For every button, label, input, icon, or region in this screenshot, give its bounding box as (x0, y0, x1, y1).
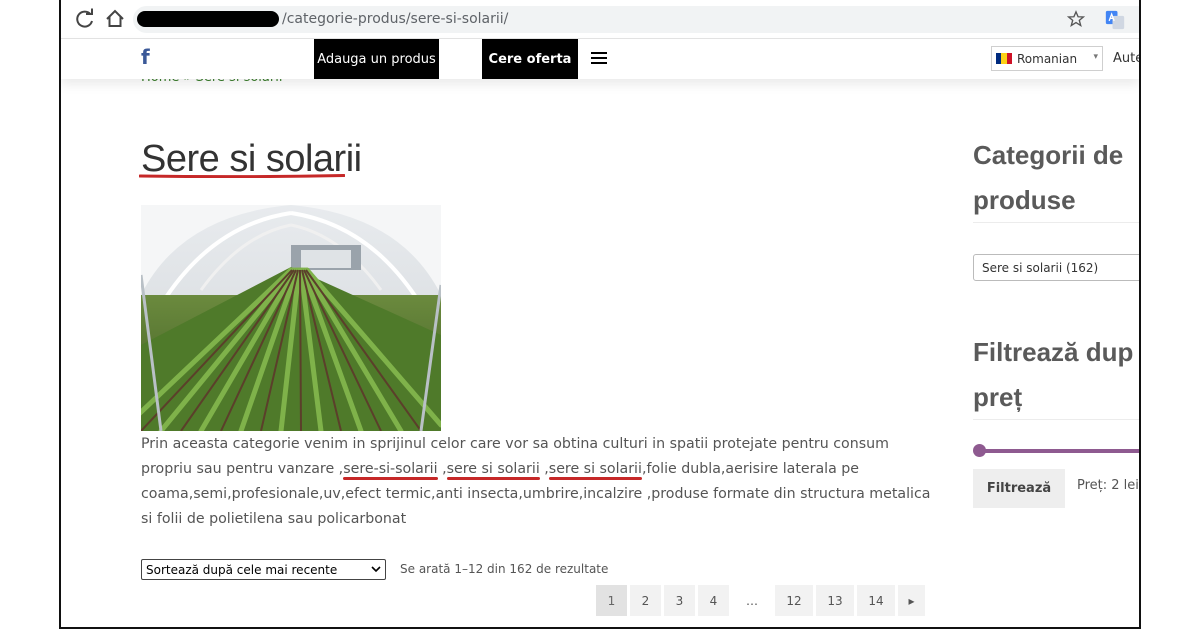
page-link[interactable]: 3 (664, 585, 695, 616)
browser-toolbar: /categorie-produs/sere-si-solarii/ (61, 0, 1139, 39)
auth-link[interactable]: Aute (1113, 51, 1139, 66)
category-select[interactable]: Sere si solarii (162) (973, 254, 1139, 281)
redacted-domain (137, 11, 279, 27)
keyword-link[interactable]: sere si solarii (447, 461, 540, 477)
page-link[interactable]: 12 (775, 585, 813, 616)
sort-selected-label: Sortează după cele mai recente (146, 562, 338, 577)
page-link[interactable]: 1 (596, 585, 627, 616)
hamburger-menu-icon[interactable] (591, 52, 607, 66)
keyword-link[interactable]: sere-si-solarii (343, 461, 437, 477)
divider (973, 419, 1139, 420)
price-slider-handle[interactable] (973, 444, 986, 457)
next-page-icon[interactable]: ▸ (898, 585, 925, 616)
add-product-button[interactable]: Adauga un produs (314, 39, 439, 79)
categories-heading-line2: produse (973, 185, 1076, 215)
category-description: Prin aceasta categorie venim in sprijinu… (141, 432, 931, 532)
page-link[interactable]: 4 (698, 585, 729, 616)
language-label: Romanian (1017, 51, 1078, 66)
description-separator: , (437, 461, 447, 477)
categories-heading-line1: Categorii de (973, 140, 1124, 170)
sort-select[interactable]: Sortează după cele mai recente (141, 559, 386, 580)
price-filter-heading-line2: preț (973, 382, 1023, 412)
romania-flag-icon (996, 53, 1012, 64)
address-bar[interactable]: /categorie-produs/sere-si-solarii/ (133, 6, 1139, 33)
page-link[interactable]: 2 (630, 585, 661, 616)
request-offer-button[interactable]: Cere oferta (482, 39, 578, 79)
filter-button[interactable]: Filtrează (973, 469, 1065, 508)
divider (973, 222, 1139, 223)
star-icon[interactable] (1067, 10, 1085, 28)
facebook-icon[interactable]: f (141, 45, 150, 69)
price-filter-heading: Filtrează dup preț (973, 330, 1133, 420)
site-header: f Adauga un produs Cere oferta Romanian … (61, 39, 1139, 79)
translate-icon[interactable] (1105, 10, 1125, 30)
chevron-down-icon: ▾ (1093, 52, 1098, 62)
price-slider-track[interactable] (977, 449, 1139, 453)
page-link[interactable]: 13 (816, 585, 854, 616)
language-select[interactable]: Romanian ▾ (991, 46, 1103, 71)
home-icon[interactable] (103, 7, 127, 31)
title-underline (139, 174, 345, 178)
page-link[interactable]: 14 (857, 585, 895, 616)
greenhouse-image (141, 205, 441, 431)
chevron-down-icon (371, 566, 381, 573)
categories-heading: Categorii de produse (973, 133, 1123, 223)
price-range-label: Preț: 2 lei – (1077, 478, 1139, 493)
description-separator: , (539, 461, 549, 477)
reload-icon[interactable] (73, 7, 97, 31)
browser-window: /categorie-produs/sere-si-solarii/ f Ada… (59, 0, 1141, 629)
price-filter-heading-line1: Filtrează dup (973, 337, 1134, 367)
url-path: /categorie-produs/sere-si-solarii/ (282, 11, 509, 27)
pagination-ellipsis: … (746, 593, 758, 608)
pagination: 1 2 3 4… 12 13 14 ▸ (596, 585, 928, 616)
result-count: Se arată 1–12 din 162 de rezultate (400, 562, 609, 576)
keyword-link[interactable]: sere si solarii (549, 461, 642, 477)
